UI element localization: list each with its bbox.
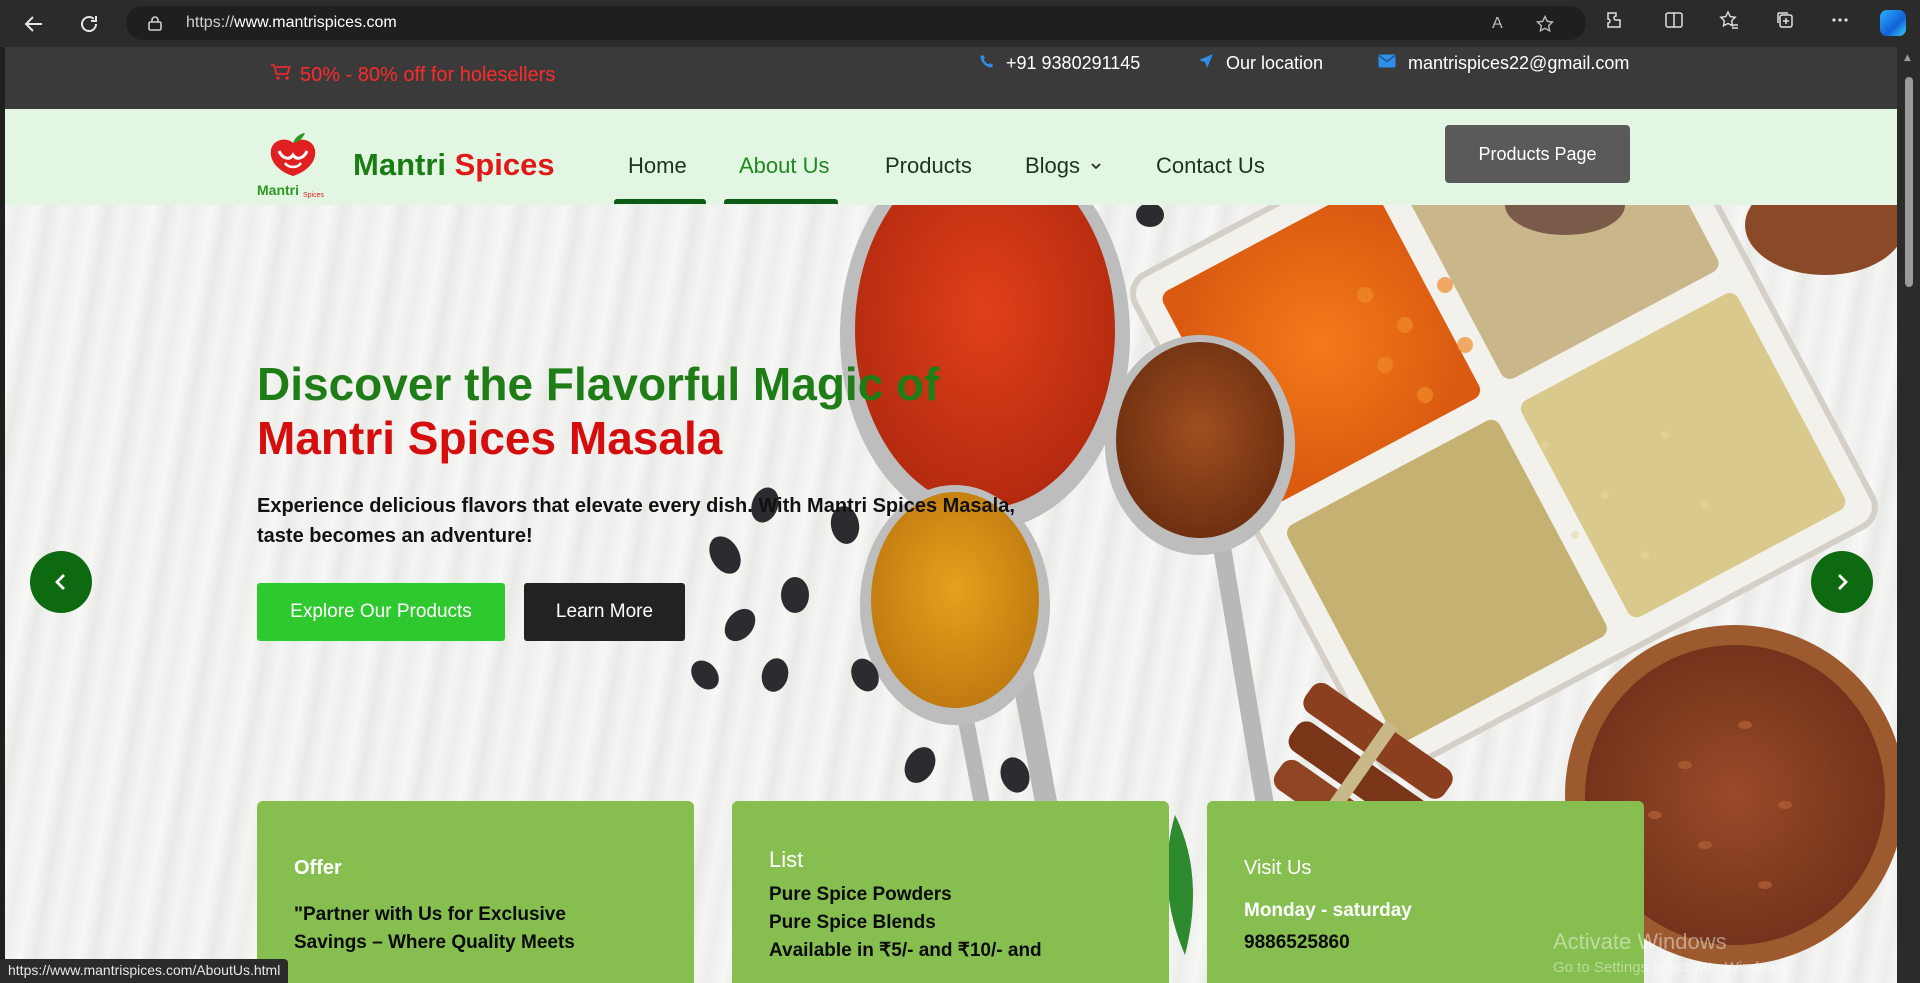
page-scrollbar[interactable]: ▲ xyxy=(1897,47,1920,983)
email-text: mantrispices22@gmail.com xyxy=(1408,53,1630,73)
favorites-icon[interactable] xyxy=(1715,10,1743,35)
read-aloud-icon[interactable]: A xyxy=(1492,15,1503,33)
logo-mark: Mantri Spices xyxy=(257,133,325,199)
split-screen-icon[interactable] xyxy=(1660,10,1688,35)
nav-blogs[interactable]: Blogs xyxy=(1025,153,1102,179)
watermark-line2: Go to Settings to activate Windows. xyxy=(1553,959,1790,976)
list-card-line: Pure Spice Blends xyxy=(769,912,936,933)
home-underline xyxy=(614,199,706,204)
favorite-icon[interactable] xyxy=(1535,14,1555,38)
offer-card: Offer "Partner with Us for Exclusive Sav… xyxy=(257,801,694,983)
about-underline xyxy=(724,199,838,204)
logo-sub-text: Spices xyxy=(303,192,325,199)
location-text: Our location xyxy=(1226,53,1324,73)
list-card-line: Pure Spice Powders xyxy=(769,884,952,905)
collections-icon[interactable] xyxy=(1771,10,1799,35)
learn-more-button[interactable]: Learn More xyxy=(524,583,685,641)
cart-icon xyxy=(271,64,291,80)
logo-text: Mantri xyxy=(257,182,299,198)
visit-us-card-body: Monday - saturday 9886525860 xyxy=(1244,895,1412,959)
brand-first: Mantri xyxy=(353,147,446,182)
products-page-button[interactable]: Products Page xyxy=(1445,125,1630,183)
refresh-icon[interactable] xyxy=(73,8,105,40)
list-card-line: Available in ₹5/- and ₹10/- and xyxy=(769,940,1042,961)
location-arrow-icon xyxy=(1198,53,1214,74)
browser-toolbar: https://www.mantrispices.com A xyxy=(0,0,1920,47)
offer-card-title: Offer xyxy=(294,857,342,879)
brand-second: Spices xyxy=(454,147,555,182)
chevron-down-icon xyxy=(1091,163,1101,170)
phone-icon xyxy=(980,54,994,73)
carousel-next-button[interactable] xyxy=(1811,551,1873,613)
brand-name[interactable]: Mantri Spices xyxy=(353,147,555,183)
phone-text: +91 9380291145 xyxy=(1006,53,1141,73)
copilot-icon[interactable] xyxy=(1880,10,1906,36)
nav-blogs-label: Blogs xyxy=(1025,153,1081,178)
status-bar-link: https://www.mantrispices.com/AboutUs.htm… xyxy=(0,959,289,983)
contact-email[interactable]: mantrispices22@gmail.com xyxy=(1378,53,1629,74)
carousel-prev-button[interactable] xyxy=(30,551,92,613)
brand-logo[interactable]: Mantri Spices xyxy=(257,129,329,201)
nav-about-us[interactable]: About Us xyxy=(739,153,830,179)
hero-title-line1: Discover the Flavorful Magic of xyxy=(257,358,940,410)
list-card-title: List xyxy=(769,847,804,872)
watermark-line1: Activate Windows xyxy=(1553,929,1727,954)
back-icon[interactable] xyxy=(18,8,50,40)
activate-windows-watermark: Activate Windows Go to Settings to activ… xyxy=(1553,929,1790,976)
chevron-left-icon xyxy=(55,574,65,590)
lock-icon[interactable] xyxy=(148,15,162,31)
visit-us-phone[interactable]: 9886525860 xyxy=(1244,927,1412,959)
scrollbar-thumb[interactable] xyxy=(1905,77,1913,287)
scroll-up-icon[interactable]: ▲ xyxy=(1904,53,1911,63)
extensions-icon[interactable] xyxy=(1601,10,1629,35)
contact-phone[interactable]: +91 9380291145 xyxy=(980,53,1140,74)
nav-contact-us[interactable]: Contact Us xyxy=(1156,153,1265,179)
visit-us-hours: Monday - saturday xyxy=(1244,900,1412,921)
main-navbar: Mantri Spices Mantri Spices Home About U… xyxy=(5,109,1897,205)
visit-us-card-title: Visit Us xyxy=(1244,857,1312,879)
hero-title: Discover the Flavorful Magic of Mantri S… xyxy=(257,357,939,465)
offer-text: 50% - 80% off for holesellers xyxy=(300,64,556,86)
offer-card-line: "Partner with Us for Exclusive xyxy=(294,904,566,925)
explore-products-button[interactable]: Explore Our Products xyxy=(257,583,505,641)
list-card-body: Pure Spice Powders Pure Spice Blends Ava… xyxy=(769,881,1042,965)
hero-title-line2: Mantri Spices Masala xyxy=(257,412,723,464)
top-info-bar: 50% - 80% off for holesellers +91 938029… xyxy=(5,47,1897,109)
address-bar[interactable]: https://www.mantrispices.com A xyxy=(126,6,1586,40)
offer-card-body: "Partner with Us for Exclusive Savings –… xyxy=(294,901,575,957)
contact-location[interactable]: Our location xyxy=(1198,53,1323,74)
offer-card-line: Savings – Where Quality Meets xyxy=(294,932,575,953)
hero-description: Experience delicious flavors that elevat… xyxy=(257,495,1015,547)
envelope-icon xyxy=(1378,54,1396,73)
web-page: 50% - 80% off for holesellers +91 938029… xyxy=(5,47,1897,983)
nav-products[interactable]: Products xyxy=(885,153,972,179)
nav-home[interactable]: Home xyxy=(628,153,687,179)
list-card: List Pure Spice Powders Pure Spice Blend… xyxy=(732,801,1169,983)
chevron-right-icon xyxy=(1838,574,1848,590)
more-icon[interactable] xyxy=(1826,10,1854,35)
wholesale-offer: 50% - 80% off for holesellers xyxy=(270,63,555,87)
url-text: https://www.mantrispices.com xyxy=(186,14,397,31)
